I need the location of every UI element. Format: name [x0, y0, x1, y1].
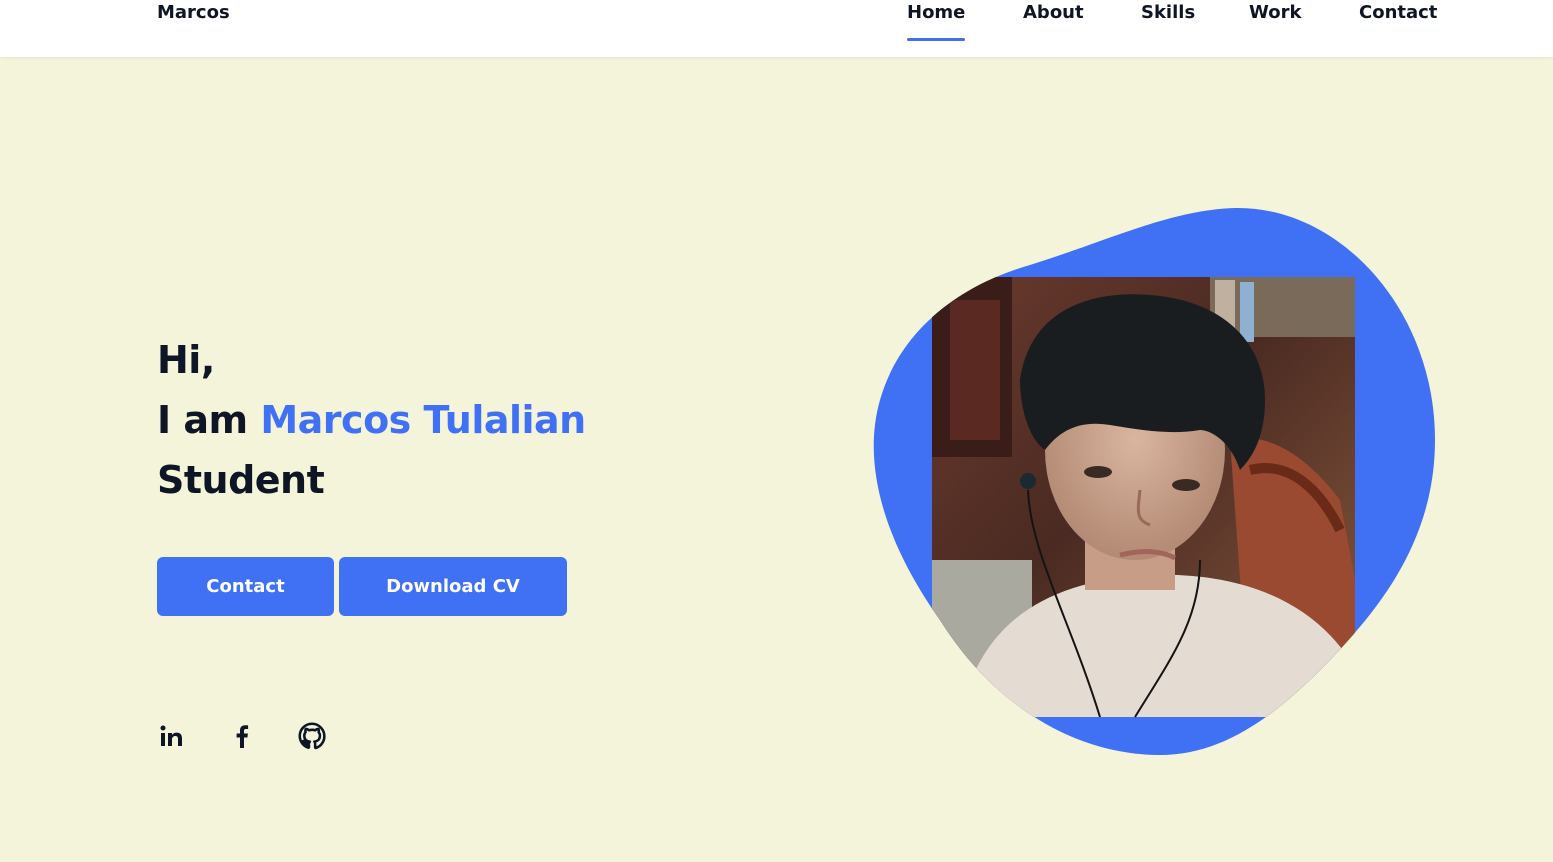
- github-link[interactable]: [297, 720, 327, 752]
- active-nav-indicator: [907, 38, 966, 41]
- github-icon: [298, 722, 326, 750]
- hero-intro-prefix: I am: [157, 398, 248, 442]
- hero-role: Student: [157, 458, 325, 502]
- contact-button[interactable]: Contact: [157, 557, 334, 616]
- nav-link-skills[interactable]: Skills: [1141, 0, 1195, 26]
- nav-link-work[interactable]: Work: [1249, 0, 1301, 26]
- nav-link-contact[interactable]: Contact: [1359, 0, 1437, 26]
- linkedin-icon: [160, 725, 182, 746]
- nav-label-home: Home: [907, 2, 966, 23]
- hero-name: Marcos Tulalian: [260, 398, 586, 442]
- hero-intro: I am Marcos Tulalian: [157, 390, 586, 450]
- profile-photo: [873, 207, 1435, 756]
- main-nav: Home About Skills Work Contact: [0, 0, 1553, 57]
- hero-greeting: Hi,: [157, 338, 215, 382]
- linkedin-link[interactable]: [157, 720, 187, 752]
- profile-blob: [870, 200, 1445, 760]
- download-cv-button[interactable]: Download CV: [339, 557, 567, 616]
- site-header: Marcos Home About Skills Work Contact: [0, 0, 1553, 57]
- hero-text: Hi, I am Marcos Tulalian Student: [157, 330, 586, 510]
- facebook-link[interactable]: [227, 720, 257, 752]
- nav-link-about[interactable]: About: [1023, 0, 1084, 26]
- facebook-icon: [236, 725, 249, 748]
- nav-link-home[interactable]: Home: [907, 0, 966, 41]
